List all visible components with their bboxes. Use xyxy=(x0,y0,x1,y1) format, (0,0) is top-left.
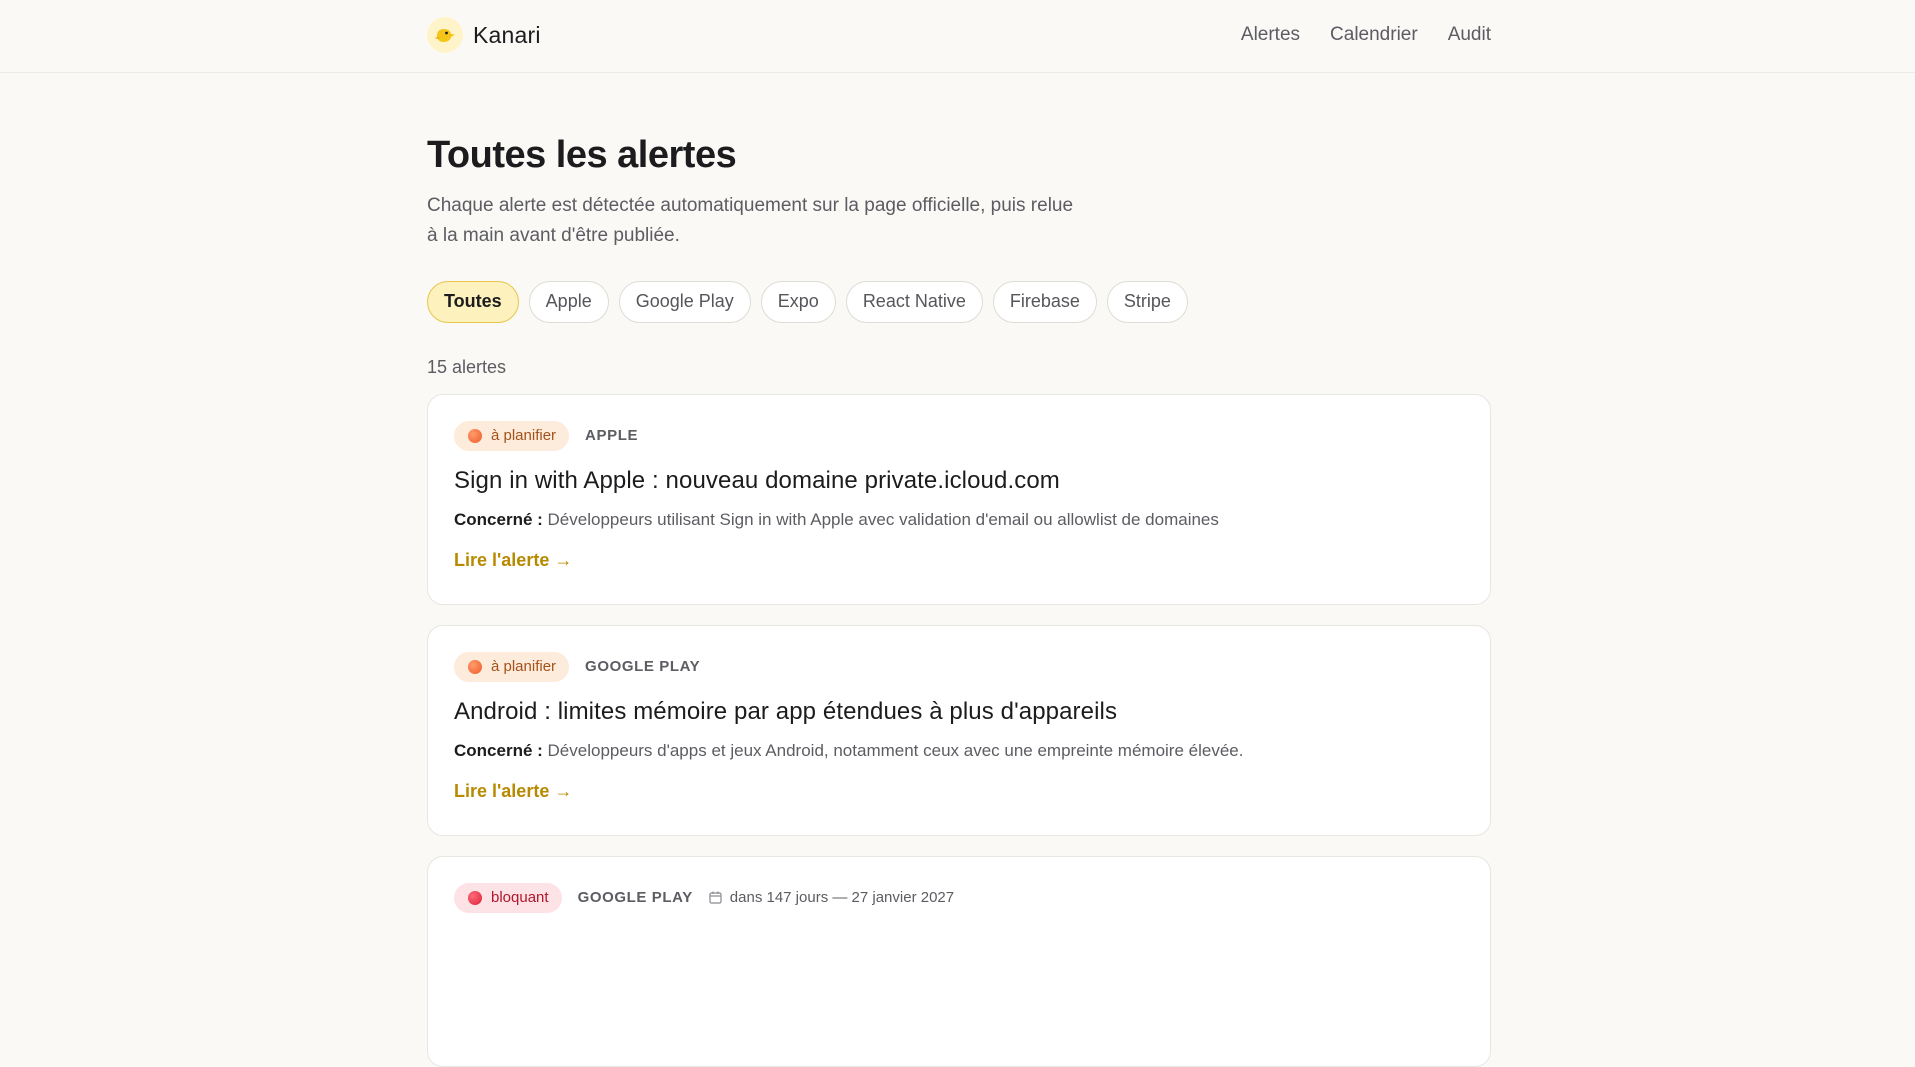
due-date: dans 147 jours — 27 janvier 2027 xyxy=(709,889,954,906)
page-title: Toutes les alertes xyxy=(427,134,737,176)
status-badge: à planifier xyxy=(454,420,570,451)
concern-text: Développeurs utilisant Sign in with Appl… xyxy=(547,509,1219,529)
status-dot-icon xyxy=(468,890,482,905)
status-badge: bloquant xyxy=(454,882,562,913)
platform-label: APPLE xyxy=(585,427,639,445)
nav-calendrier[interactable]: Calendrier xyxy=(1330,24,1418,46)
filter-expo[interactable]: Expo xyxy=(760,280,836,323)
main-nav: Alertes Calendrier Audit xyxy=(1241,24,1491,46)
due-text: dans 147 jours — 27 janvier 2027 xyxy=(729,889,955,907)
status-dot-icon xyxy=(468,659,482,674)
brand-link[interactable]: Kanari xyxy=(427,17,541,53)
filter-toutes[interactable]: Toutes xyxy=(427,280,519,323)
alert-list: à planifier APPLE Sign in with Apple : n… xyxy=(427,393,1491,1067)
filter-apple[interactable]: Apple xyxy=(528,280,609,323)
alert-card[interactable]: bloquant GOOGLE PLAY dans 147 jours — 27… xyxy=(427,855,1491,1067)
alert-card[interactable]: à planifier APPLE Sign in with Apple : n… xyxy=(427,393,1491,605)
filter-google-play[interactable]: Google Play xyxy=(618,280,751,323)
concern-text: Développeurs d'apps et jeux Android, not… xyxy=(547,740,1244,760)
alert-title: Sign in with Apple : nouveau domaine pri… xyxy=(454,466,1060,494)
status-label: bloquant xyxy=(491,889,549,907)
alert-concern: Concerné : Développeurs utilisant Sign i… xyxy=(454,510,1464,530)
canary-bird-icon xyxy=(427,17,463,53)
alert-meta: à planifier GOOGLE PLAY xyxy=(454,651,1464,682)
filter-firebase[interactable]: Firebase xyxy=(992,280,1097,323)
nav-alertes[interactable]: Alertes xyxy=(1241,24,1300,46)
alert-concern: Concerné : Développeurs d'apps et jeux A… xyxy=(454,741,1464,761)
read-alert-link[interactable]: Lire l'alerte → xyxy=(454,781,572,802)
status-dot-icon xyxy=(468,428,482,443)
top-bar: Kanari Alertes Calendrier Audit xyxy=(0,0,1915,73)
status-label: à planifier xyxy=(491,427,557,445)
alert-count: 15 alertes xyxy=(427,356,507,377)
concern-label: Concerné : xyxy=(454,509,543,529)
read-alert-link[interactable]: Lire l'alerte → xyxy=(454,550,572,571)
page-subtitle: Chaque alerte est détectée automatiqueme… xyxy=(427,194,1074,246)
status-badge: à planifier xyxy=(454,651,570,682)
filter-react-native[interactable]: React Native xyxy=(845,280,983,323)
main-content: Toutes les alertes Chaque alerte est dét… xyxy=(427,73,1491,1067)
brand-name: Kanari xyxy=(473,21,541,48)
alert-meta: à planifier APPLE xyxy=(454,420,1464,451)
nav-audit[interactable]: Audit xyxy=(1448,24,1491,46)
filter-chips: Toutes Apple Google Play Expo React Nati… xyxy=(427,280,1491,323)
alert-meta: bloquant GOOGLE PLAY dans 147 jours — 27… xyxy=(454,882,1464,913)
calendar-icon xyxy=(709,891,722,904)
concern-label: Concerné : xyxy=(454,740,543,760)
status-label: à planifier xyxy=(491,658,557,676)
filter-stripe[interactable]: Stripe xyxy=(1106,280,1188,323)
platform-label: GOOGLE PLAY xyxy=(585,658,701,676)
alert-card[interactable]: à planifier GOOGLE PLAY Android : limite… xyxy=(427,624,1491,836)
platform-label: GOOGLE PLAY xyxy=(577,889,693,907)
alert-title: Android : limites mémoire par app étendu… xyxy=(454,697,1118,725)
